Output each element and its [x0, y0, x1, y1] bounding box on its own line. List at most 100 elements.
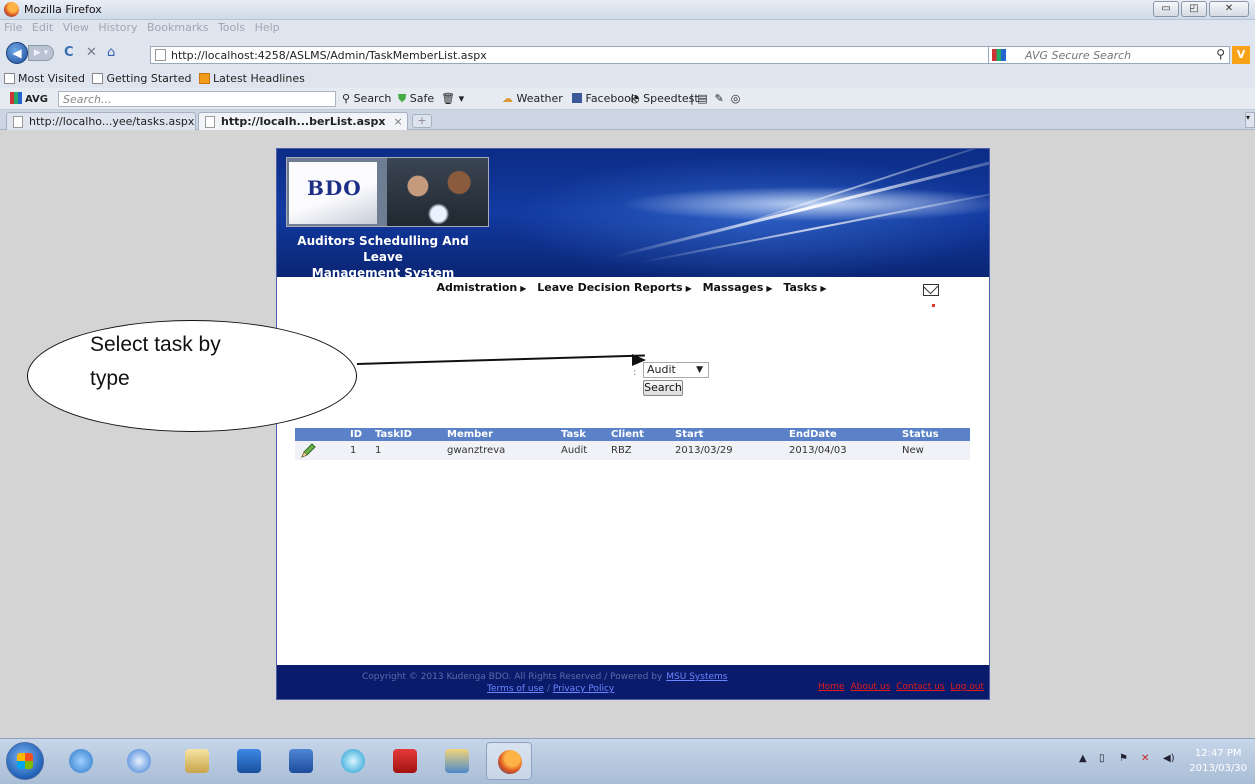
taskbar-app-browser[interactable]	[116, 742, 162, 780]
col-taskid[interactable]: TaskID	[375, 429, 412, 440]
avg-brand[interactable]: AVG	[10, 92, 48, 105]
page-icon	[155, 49, 166, 61]
tab-task-member-list[interactable]: http://localh...berList.aspx ×	[198, 112, 408, 130]
banner-light-streak	[612, 158, 989, 259]
back-button[interactable]: ◀	[6, 42, 28, 64]
tab-list-button[interactable]: ▾	[1245, 112, 1255, 128]
avg-search-input[interactable]: Search...	[58, 91, 336, 107]
tab-label: http://localh...berList.aspx	[221, 115, 386, 128]
most-visited-icon	[4, 73, 15, 84]
col-member[interactable]: Member	[447, 429, 493, 440]
volume-icon[interactable]: ◀)	[1163, 753, 1175, 764]
browser-icon	[127, 749, 151, 773]
quicktime-icon	[69, 749, 93, 773]
network-icon[interactable]: ✕	[1141, 753, 1149, 764]
menu-leave-decision-reports[interactable]: Leave Decision Reports ▶	[537, 281, 695, 294]
taskbar-app-firefox[interactable]	[486, 742, 532, 780]
col-client[interactable]: Client	[611, 429, 644, 440]
avg-extra-icons[interactable]: | ▤ ✎ ◎	[690, 92, 740, 105]
forward-button[interactable]: ▶ ▾	[28, 45, 54, 61]
menu-bookmarks[interactable]: Bookmarks	[147, 20, 208, 36]
page-icon	[13, 116, 23, 128]
col-start[interactable]: Start	[675, 429, 703, 440]
minimize-button[interactable]: ▭	[1153, 1, 1179, 17]
close-tab-icon[interactable]: ×	[394, 115, 403, 128]
web-search-input[interactable]: AVG Secure Search ⚲	[988, 46, 1230, 64]
separator: /	[546, 684, 550, 694]
taskbar-app-utility[interactable]	[330, 742, 376, 780]
menu-admistration[interactable]: Admistration ▶	[437, 281, 530, 294]
avg-toolbar: AVG Search... ⚲ Search ⛊ Safe 🗑 ▾ ☁ Weat…	[0, 88, 1255, 110]
footer-about-link[interactable]: About us	[850, 682, 890, 692]
bookmark-most-visited[interactable]: Most Visited	[4, 70, 85, 88]
mail-icon[interactable]	[923, 284, 939, 296]
msu-systems-link[interactable]: MSU Systems	[666, 672, 727, 682]
menu-history[interactable]: History	[98, 20, 137, 36]
system-clock[interactable]: 12:47 PM 2013/03/30	[1189, 746, 1247, 776]
menu-massages[interactable]: Massages ▶	[703, 281, 776, 294]
task-type-select[interactable]: Audit ▼	[643, 362, 709, 378]
avg-facebook-button[interactable]: Facebook	[572, 92, 637, 105]
browser-viewport: BDO Auditors Schedulling And Leave Manag…	[0, 130, 1255, 738]
filter-label: :	[633, 367, 637, 378]
col-id[interactable]: ID	[350, 429, 362, 440]
table-row: 1 1 gwanztreva Audit RBZ 2013/03/29 2013…	[295, 441, 970, 460]
taskbar-app-explorer[interactable]	[174, 742, 220, 780]
bookmark-latest-headlines[interactable]: Latest Headlines	[199, 70, 305, 88]
footer-home-link[interactable]: Home	[818, 682, 845, 692]
col-enddate[interactable]: EndDate	[789, 429, 837, 440]
taskbar-app-word[interactable]	[278, 742, 324, 780]
menu-view[interactable]: View	[63, 20, 89, 36]
cell-taskid: 1	[375, 445, 382, 456]
search-button[interactable]: Search	[643, 380, 683, 396]
avg-weather-button[interactable]: ☁ Weather	[502, 92, 563, 105]
edit-pencil-icon[interactable]	[299, 442, 317, 460]
url-text[interactable]: http://localhost:4258/ASLMS/Admin/TaskMe…	[171, 49, 487, 62]
maximize-button[interactable]: ◰	[1181, 1, 1207, 17]
avg-addon-icon[interactable]: V	[1232, 46, 1250, 64]
web-page: BDO Auditors Schedulling And Leave Manag…	[276, 148, 990, 700]
banner-photo: BDO	[286, 157, 489, 227]
avg-search-button[interactable]: ⚲ Search	[342, 92, 391, 105]
avg-speedtest-button[interactable]: ◔ Speedtest	[630, 92, 699, 105]
new-tab-button[interactable]: +	[412, 114, 432, 128]
action-center-icon[interactable]: ⚑	[1119, 753, 1128, 764]
taskbar-app-messenger[interactable]	[226, 742, 272, 780]
home-icon[interactable]: ⌂	[107, 45, 115, 60]
site-menu: Admistration ▶ Leave Decision Reports ▶ Ma…	[277, 281, 989, 294]
col-task[interactable]: Task	[561, 429, 586, 440]
terms-of-use-link[interactable]: Terms of use	[487, 684, 544, 694]
site-footer: Copyright © 2013 Kudenga BDO. All Rights…	[277, 665, 989, 699]
menu-tasks[interactable]: Tasks ▶	[783, 281, 829, 294]
menu-tools[interactable]: Tools	[218, 20, 245, 36]
menu-help[interactable]: Help	[255, 20, 280, 36]
annotation-text: Select task by type	[90, 328, 221, 396]
bookmark-getting-started[interactable]: Getting Started	[92, 70, 192, 88]
page-icon	[205, 116, 215, 128]
close-window-button[interactable]: ✕	[1209, 1, 1249, 17]
footer-contact-link[interactable]: Contact us	[896, 682, 944, 692]
battery-icon[interactable]: ▯	[1099, 753, 1105, 764]
start-button[interactable]	[6, 742, 44, 780]
privacy-policy-link[interactable]: Privacy Policy	[553, 684, 614, 694]
system-tray: ▲ ▯ ⚑ ✕ ◀) 12:47 PM 2013/03/30	[1075, 739, 1255, 784]
reload-icon[interactable]: C	[64, 45, 74, 60]
menu-edit[interactable]: Edit	[32, 20, 53, 36]
address-bar[interactable]: http://localhost:4258/ASLMS/Admin/TaskMe…	[150, 46, 1080, 64]
cell-status: New	[902, 445, 924, 456]
speedometer-icon: ◔	[630, 92, 640, 105]
tab-tasks[interactable]: http://localho...yee/tasks.aspx×	[6, 112, 212, 130]
notification-dot	[932, 304, 935, 307]
search-icon[interactable]: ⚲	[1216, 47, 1225, 61]
col-status[interactable]: Status	[902, 429, 939, 440]
taskbar-app-quicktime[interactable]	[58, 742, 104, 780]
taskbar-app-tool[interactable]	[434, 742, 480, 780]
stop-icon[interactable]: ✕	[86, 45, 97, 60]
menu-file[interactable]: File	[4, 20, 22, 36]
taskbar-app-acrobat[interactable]	[382, 742, 428, 780]
footer-logout-link[interactable]: Log out	[950, 682, 984, 692]
copyright-label: Copyright © 2013 Kudenga BDO. All Rights…	[362, 672, 663, 682]
bookmarks-toolbar: Most Visited Getting Started Latest Head…	[0, 70, 1255, 88]
avg-safe-button[interactable]: ⛊ Safe 🗑 ▾	[398, 92, 464, 106]
tray-expand-icon[interactable]: ▲	[1079, 753, 1087, 764]
